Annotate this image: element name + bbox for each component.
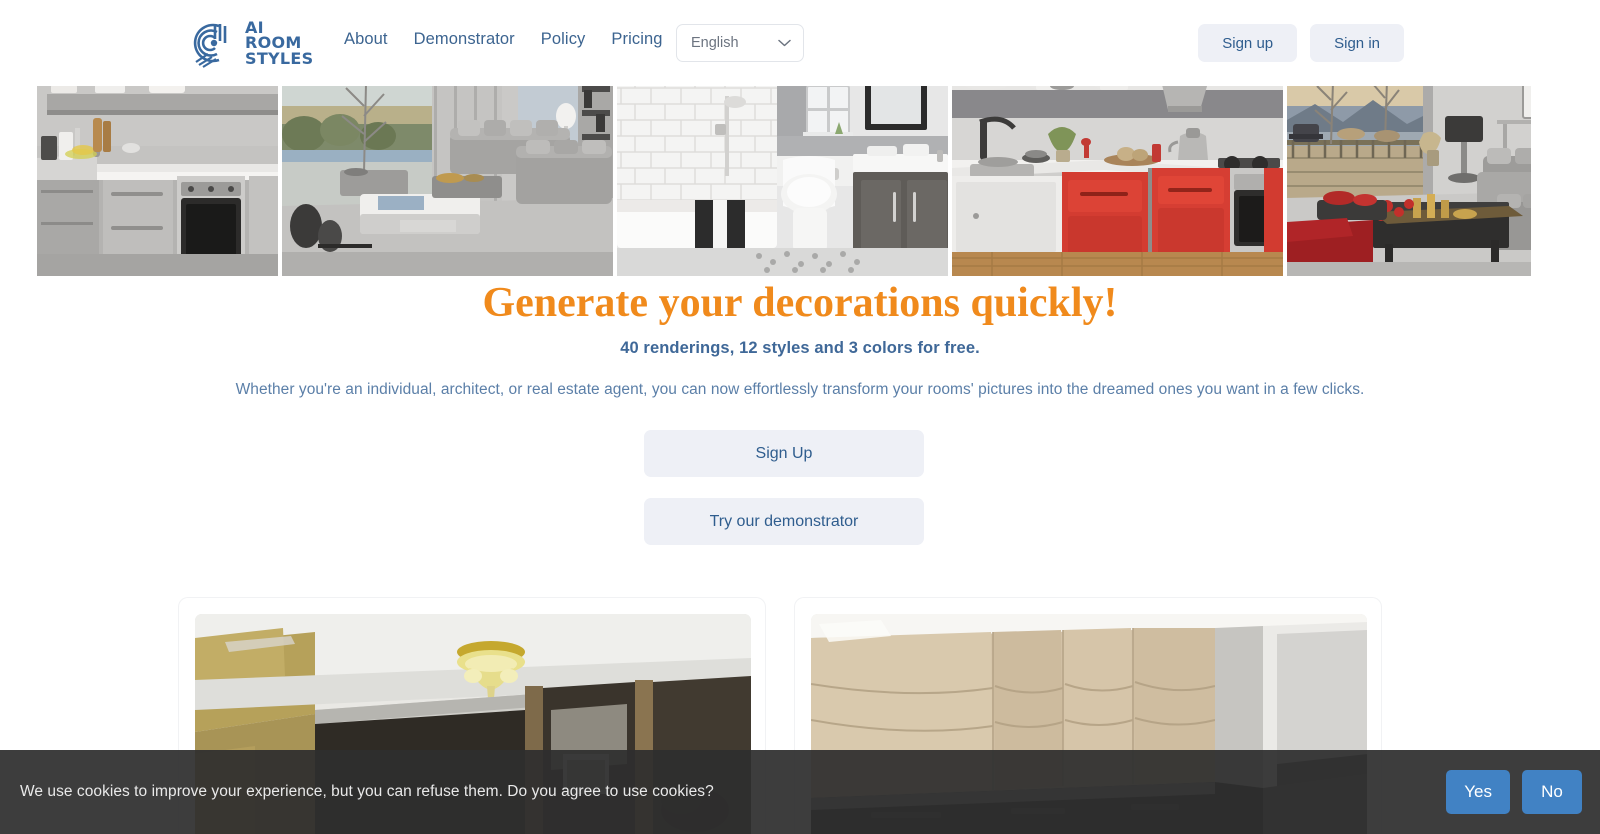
cookie-actions: Yes No [1446,770,1582,814]
page-root: AI ROOM STYLES About Demonstrator Policy… [0,0,1600,834]
language-selector-value: English [691,35,739,51]
sign-in-button[interactable]: Sign in [1310,24,1404,62]
gallery-image-red-living-room[interactable] [1287,76,1531,276]
hero-section: Generate your decorations quickly! 40 re… [0,276,1600,399]
gallery-image-gray-living-room[interactable] [282,76,613,276]
page-title: Generate your decorations quickly! [482,280,1118,326]
chevron-down-icon [778,39,791,47]
cookie-accept-button[interactable]: Yes [1446,770,1510,814]
hero-gallery [37,76,1531,276]
sign-up-cta-button[interactable]: Sign Up [644,430,924,477]
auth-buttons: Sign up Sign in [1198,24,1404,62]
logo-wordmark: AI ROOM STYLES [245,20,313,67]
site-header: AI ROOM STYLES About Demonstrator Policy… [0,0,1600,86]
hero-cta-group: Sign Up Try our demonstrator [644,430,924,545]
logo[interactable]: AI ROOM STYLES [186,18,313,68]
hero-description: Whether you're an individual, architect,… [235,381,1365,398]
cookie-message: We use cookies to improve your experienc… [20,783,714,800]
cookie-decline-button[interactable]: No [1522,770,1582,814]
logo-line-3: STYLES [245,48,314,68]
gallery-image-gray-kitchen[interactable] [37,76,278,276]
sign-up-button[interactable]: Sign up [1198,24,1298,62]
cookie-consent-banner: We use cookies to improve your experienc… [0,750,1600,834]
gallery-image-red-kitchen[interactable] [952,76,1283,276]
nav-item-pricing[interactable]: Pricing [611,30,662,49]
gallery-image-white-bathroom[interactable] [617,76,948,276]
nav-item-policy[interactable]: Policy [541,30,586,49]
try-demonstrator-cta-button[interactable]: Try our demonstrator [644,498,924,545]
nav-item-about[interactable]: About [344,30,388,49]
nav-item-demonstrator[interactable]: Demonstrator [414,30,515,49]
hero-subtitle: 40 renderings, 12 styles and 3 colors fo… [620,339,980,357]
language-selector[interactable]: English [676,24,804,62]
main-navigation: About Demonstrator Policy Pricing [344,30,663,49]
airoomstyles-spiral-logo-icon [193,23,227,68]
